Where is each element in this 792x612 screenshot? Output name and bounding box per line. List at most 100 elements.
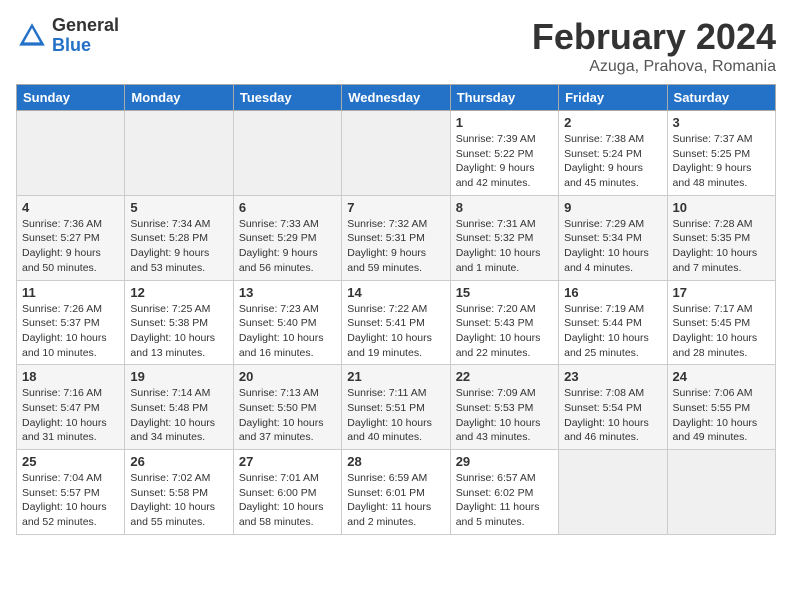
day-cell: 9 Sunrise: 7:29 AM Sunset: 5:34 PM Daylig… [559,195,667,280]
day-info: Sunrise: 7:08 AM Sunset: 5:54 PM Dayligh… [564,386,661,445]
day-number: 8 [456,200,553,215]
day-info: Sunrise: 7:32 AM Sunset: 5:31 PM Dayligh… [347,217,444,276]
day-number: 27 [239,454,336,469]
day-cell: 28 Sunrise: 6:59 AM Sunset: 6:01 PM Dayli… [342,450,450,535]
day-cell: 10 Sunrise: 7:28 AM Sunset: 5:35 PM Dayli… [667,195,775,280]
day-cell: 11Sunrise: 7:26 AM Sunset: 5:37 PM Dayli… [17,280,125,365]
day-info: Sunrise: 7:22 AM Sunset: 5:41 PM Dayligh… [347,302,444,361]
week-row-4: 18 Sunrise: 7:16 AM Sunset: 5:47 PM Dayli… [17,365,776,450]
day-number: 26 [130,454,227,469]
day-cell: 22 Sunrise: 7:09 AM Sunset: 5:53 PM Dayli… [450,365,558,450]
day-info: Sunrise: 7:38 AM Sunset: 5:24 PM Dayligh… [564,132,661,191]
day-cell [667,450,775,535]
day-cell: 2 Sunrise: 7:38 AM Sunset: 5:24 PM Daylig… [559,111,667,196]
day-info: Sunrise: 7:09 AM Sunset: 5:53 PM Dayligh… [456,386,553,445]
day-cell: 5 Sunrise: 7:34 AM Sunset: 5:28 PM Daylig… [125,195,233,280]
day-info: Sunrise: 7:17 AM Sunset: 5:45 PM Dayligh… [673,302,770,361]
day-number: 9 [564,200,661,215]
header-row: SundayMondayTuesdayWednesdayThursdayFrid… [17,85,776,111]
month-title: February 2024 [532,16,776,58]
day-number: 22 [456,369,553,384]
day-number: 20 [239,369,336,384]
day-info: Sunrise: 7:11 AM Sunset: 5:51 PM Dayligh… [347,386,444,445]
day-number: 13 [239,285,336,300]
day-info: Sunrise: 7:39 AM Sunset: 5:22 PM Dayligh… [456,132,553,191]
day-cell [125,111,233,196]
day-info: Sunrise: 7:29 AM Sunset: 5:34 PM Dayligh… [564,217,661,276]
day-info: Sunrise: 7:37 AM Sunset: 5:25 PM Dayligh… [673,132,770,191]
day-number: 17 [673,285,770,300]
day-number: 12 [130,285,227,300]
logo-text: General Blue [52,16,119,56]
header-cell-thursday: Thursday [450,85,558,111]
week-row-3: 11Sunrise: 7:26 AM Sunset: 5:37 PM Dayli… [17,280,776,365]
header-cell-saturday: Saturday [667,85,775,111]
day-number: 10 [673,200,770,215]
day-number: 2 [564,115,661,130]
day-info: Sunrise: 7:31 AM Sunset: 5:32 PM Dayligh… [456,217,553,276]
day-number: 5 [130,200,227,215]
day-info: Sunrise: 7:16 AM Sunset: 5:47 PM Dayligh… [22,386,119,445]
day-cell: 4 Sunrise: 7:36 AM Sunset: 5:27 PM Daylig… [17,195,125,280]
day-info: Sunrise: 7:04 AM Sunset: 5:57 PM Dayligh… [22,471,119,530]
day-cell [559,450,667,535]
day-number: 6 [239,200,336,215]
day-number: 21 [347,369,444,384]
day-info: Sunrise: 7:14 AM Sunset: 5:48 PM Dayligh… [130,386,227,445]
logo: General Blue [16,16,119,56]
title-area: February 2024 Azuga, Prahova, Romania [532,16,776,76]
day-info: Sunrise: 7:28 AM Sunset: 5:35 PM Dayligh… [673,217,770,276]
day-info: Sunrise: 7:34 AM Sunset: 5:28 PM Dayligh… [130,217,227,276]
day-number: 18 [22,369,119,384]
day-number: 19 [130,369,227,384]
day-cell: 26 Sunrise: 7:02 AM Sunset: 5:58 PM Dayli… [125,450,233,535]
day-info: Sunrise: 7:02 AM Sunset: 5:58 PM Dayligh… [130,471,227,530]
day-cell: 7 Sunrise: 7:32 AM Sunset: 5:31 PM Daylig… [342,195,450,280]
logo-blue-label: Blue [52,36,119,56]
week-row-5: 25Sunrise: 7:04 AM Sunset: 5:57 PM Dayli… [17,450,776,535]
day-number: 7 [347,200,444,215]
day-cell [233,111,341,196]
logo-general-label: General [52,16,119,36]
week-row-1: 1 Sunrise: 7:39 AM Sunset: 5:22 PM Daylig… [17,111,776,196]
header-cell-friday: Friday [559,85,667,111]
day-cell [17,111,125,196]
day-info: Sunrise: 7:25 AM Sunset: 5:38 PM Dayligh… [130,302,227,361]
day-info: Sunrise: 7:23 AM Sunset: 5:40 PM Dayligh… [239,302,336,361]
day-cell: 25Sunrise: 7:04 AM Sunset: 5:57 PM Dayli… [17,450,125,535]
day-number: 23 [564,369,661,384]
day-number: 1 [456,115,553,130]
day-cell: 13 Sunrise: 7:23 AM Sunset: 5:40 PM Dayli… [233,280,341,365]
header-cell-tuesday: Tuesday [233,85,341,111]
day-info: Sunrise: 7:33 AM Sunset: 5:29 PM Dayligh… [239,217,336,276]
day-info: Sunrise: 6:59 AM Sunset: 6:01 PM Dayligh… [347,471,444,530]
day-info: Sunrise: 7:13 AM Sunset: 5:50 PM Dayligh… [239,386,336,445]
day-number: 4 [22,200,119,215]
day-cell: 6 Sunrise: 7:33 AM Sunset: 5:29 PM Daylig… [233,195,341,280]
day-cell [342,111,450,196]
day-cell: 19 Sunrise: 7:14 AM Sunset: 5:48 PM Dayli… [125,365,233,450]
week-row-2: 4 Sunrise: 7:36 AM Sunset: 5:27 PM Daylig… [17,195,776,280]
header-cell-wednesday: Wednesday [342,85,450,111]
day-info: Sunrise: 7:36 AM Sunset: 5:27 PM Dayligh… [22,217,119,276]
day-cell: 21 Sunrise: 7:11 AM Sunset: 5:51 PM Dayli… [342,365,450,450]
day-cell: 1 Sunrise: 7:39 AM Sunset: 5:22 PM Daylig… [450,111,558,196]
day-cell: 14Sunrise: 7:22 AM Sunset: 5:41 PM Dayli… [342,280,450,365]
day-cell: 24Sunrise: 7:06 AM Sunset: 5:55 PM Dayli… [667,365,775,450]
day-cell: 29Sunrise: 6:57 AM Sunset: 6:02 PM Dayli… [450,450,558,535]
logo-icon [16,20,48,52]
day-number: 11 [22,285,119,300]
day-number: 28 [347,454,444,469]
calendar-table: SundayMondayTuesdayWednesdayThursdayFrid… [16,84,776,535]
day-cell: 12 Sunrise: 7:25 AM Sunset: 5:38 PM Dayli… [125,280,233,365]
day-info: Sunrise: 7:06 AM Sunset: 5:55 PM Dayligh… [673,386,770,445]
day-number: 15 [456,285,553,300]
day-cell: 18 Sunrise: 7:16 AM Sunset: 5:47 PM Dayli… [17,365,125,450]
day-cell: 8 Sunrise: 7:31 AM Sunset: 5:32 PM Daylig… [450,195,558,280]
day-info: Sunrise: 7:01 AM Sunset: 6:00 PM Dayligh… [239,471,336,530]
header-cell-sunday: Sunday [17,85,125,111]
day-cell: 20 Sunrise: 7:13 AM Sunset: 5:50 PM Dayli… [233,365,341,450]
day-info: Sunrise: 6:57 AM Sunset: 6:02 PM Dayligh… [456,471,553,530]
location-title: Azuga, Prahova, Romania [532,58,776,76]
day-cell: 17 Sunrise: 7:17 AM Sunset: 5:45 PM Dayli… [667,280,775,365]
